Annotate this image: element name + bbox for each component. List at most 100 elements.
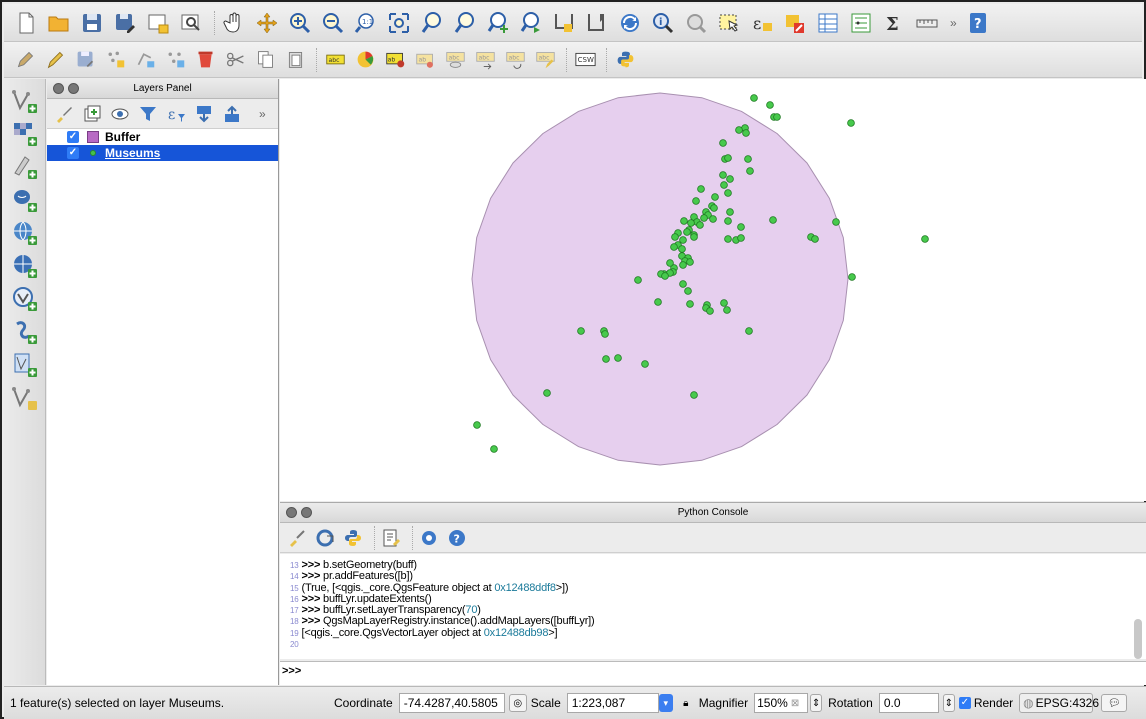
- save-as-icon[interactable]: [111, 9, 139, 37]
- museum-point[interactable]: [719, 139, 727, 147]
- measure-line-icon[interactable]: [913, 9, 941, 37]
- layer-visibility-checkbox[interactable]: ✓: [67, 147, 79, 159]
- museum-point[interactable]: [683, 228, 691, 236]
- select-by-expression-icon[interactable]: ε: [748, 9, 776, 37]
- add-raster-layer-icon[interactable]: [9, 118, 41, 149]
- add-vector-layer-icon[interactable]: [9, 85, 41, 116]
- csw-icon[interactable]: CSW: [572, 47, 598, 73]
- museum-point[interactable]: [697, 185, 705, 193]
- add-wcs-layer-icon[interactable]: [9, 250, 41, 281]
- museum-point[interactable]: [720, 299, 728, 307]
- crs-button[interactable]: ◍ EPSG:4326: [1019, 693, 1099, 713]
- float-panel-icon[interactable]: [68, 83, 79, 94]
- close-console-icon[interactable]: [286, 507, 297, 518]
- zoom-actual-size-icon[interactable]: 1:1: [352, 9, 380, 37]
- museum-point[interactable]: [773, 113, 781, 121]
- museum-point[interactable]: [769, 216, 777, 224]
- layer-item-buffer[interactable]: ✓ Buffer: [47, 129, 278, 145]
- museum-point[interactable]: [690, 233, 698, 241]
- expand-all-icon[interactable]: [193, 103, 215, 125]
- move-feature-icon[interactable]: [132, 47, 158, 73]
- museum-point[interactable]: [700, 214, 708, 222]
- copy-features-icon[interactable]: [252, 47, 278, 73]
- save-project-icon[interactable]: [78, 9, 106, 37]
- museum-point[interactable]: [847, 119, 855, 127]
- add-wms-layer-icon[interactable]: [9, 217, 41, 248]
- lock-scale-icon[interactable]: 🔒︎: [677, 694, 695, 712]
- layer-visibility-checkbox[interactable]: ✓: [67, 131, 79, 143]
- zoom-to-layer-icon[interactable]: [451, 9, 479, 37]
- clear-console-icon[interactable]: [286, 527, 308, 549]
- new-project-icon[interactable]: [12, 9, 40, 37]
- manage-visibility-icon[interactable]: [109, 103, 131, 125]
- more-tools-icon[interactable]: »: [950, 16, 957, 30]
- zoom-to-selection-icon[interactable]: [418, 9, 446, 37]
- museum-point[interactable]: [710, 204, 718, 212]
- import-class-icon[interactable]: [314, 527, 336, 549]
- pin-labels-icon[interactable]: ab: [382, 47, 408, 73]
- show-hide-labels-icon[interactable]: abc: [442, 47, 468, 73]
- museum-point[interactable]: [737, 223, 745, 231]
- museum-point[interactable]: [641, 360, 649, 368]
- deselect-all-icon[interactable]: [781, 9, 809, 37]
- open-attribute-table-icon[interactable]: [814, 9, 842, 37]
- render-checkbox[interactable]: ✓: [958, 697, 971, 709]
- toggle-extents-icon[interactable]: ◎: [508, 694, 527, 712]
- zoom-in-icon[interactable]: [286, 9, 314, 37]
- museum-point[interactable]: [742, 129, 750, 137]
- paste-features-icon[interactable]: [282, 47, 308, 73]
- pan-to-selection-icon[interactable]: [253, 9, 281, 37]
- new-spatialite-layer-icon[interactable]: [9, 382, 41, 413]
- add-delimited-text-icon[interactable]: [9, 151, 41, 182]
- zoom-full-icon[interactable]: [385, 9, 413, 37]
- node-tool-icon[interactable]: [162, 47, 188, 73]
- add-group-icon[interactable]: [81, 103, 103, 125]
- python-console-icon[interactable]: [612, 47, 638, 73]
- museum-point[interactable]: [750, 94, 758, 102]
- zoom-out-icon[interactable]: [319, 9, 347, 37]
- museum-point[interactable]: [832, 218, 840, 226]
- run-command-icon[interactable]: [342, 527, 364, 549]
- new-bookmark-icon[interactable]: [583, 9, 611, 37]
- magnifier-field[interactable]: 150% ⊠: [754, 693, 809, 713]
- open-project-icon[interactable]: [45, 9, 73, 37]
- museum-point[interactable]: [687, 219, 695, 227]
- museum-point[interactable]: [735, 126, 743, 134]
- map-canvas[interactable]: [280, 79, 1146, 501]
- console-output[interactable]: 13 >>> b.setGeometry(buff) 14 >>> pr.addFea…: [280, 554, 1146, 659]
- diagram-icon[interactable]: [352, 47, 378, 73]
- console-input[interactable]: >>>: [280, 661, 1146, 685]
- museum-point[interactable]: [726, 208, 734, 216]
- show-editor-icon[interactable]: [380, 527, 402, 549]
- museum-point[interactable]: [719, 171, 727, 179]
- float-console-icon[interactable]: [301, 507, 312, 518]
- add-feature-icon[interactable]: [102, 47, 128, 73]
- zoom-next-icon[interactable]: [517, 9, 545, 37]
- museum-point[interactable]: [724, 154, 732, 162]
- museum-point[interactable]: [692, 197, 700, 205]
- museum-point[interactable]: [848, 273, 856, 281]
- highlight-pinned-icon[interactable]: ab: [412, 47, 438, 73]
- collapse-all-icon[interactable]: [221, 103, 243, 125]
- scale-dropdown-icon[interactable]: ▾: [658, 694, 673, 712]
- museum-point[interactable]: [690, 391, 698, 399]
- museum-point[interactable]: [724, 189, 732, 197]
- save-layer-edits-icon[interactable]: [72, 47, 98, 73]
- delete-selected-icon[interactable]: [192, 47, 218, 73]
- style-brush-icon[interactable]: [53, 103, 75, 125]
- museum-point[interactable]: [696, 221, 704, 229]
- rotate-label-icon[interactable]: abc: [502, 47, 528, 73]
- move-label-icon[interactable]: abc: [472, 47, 498, 73]
- identify-features-icon[interactable]: i: [649, 9, 677, 37]
- museum-point[interactable]: [724, 217, 732, 225]
- museum-point[interactable]: [921, 235, 929, 243]
- museum-point[interactable]: [746, 167, 754, 175]
- change-label-icon[interactable]: abc: [532, 47, 558, 73]
- museum-point[interactable]: [634, 276, 642, 284]
- museum-point[interactable]: [679, 280, 687, 288]
- museum-point[interactable]: [670, 243, 678, 251]
- museum-point[interactable]: [666, 259, 674, 267]
- museum-point[interactable]: [601, 330, 609, 338]
- layer-item-museums[interactable]: ✓ Museums: [47, 145, 278, 161]
- museum-point[interactable]: [720, 181, 728, 189]
